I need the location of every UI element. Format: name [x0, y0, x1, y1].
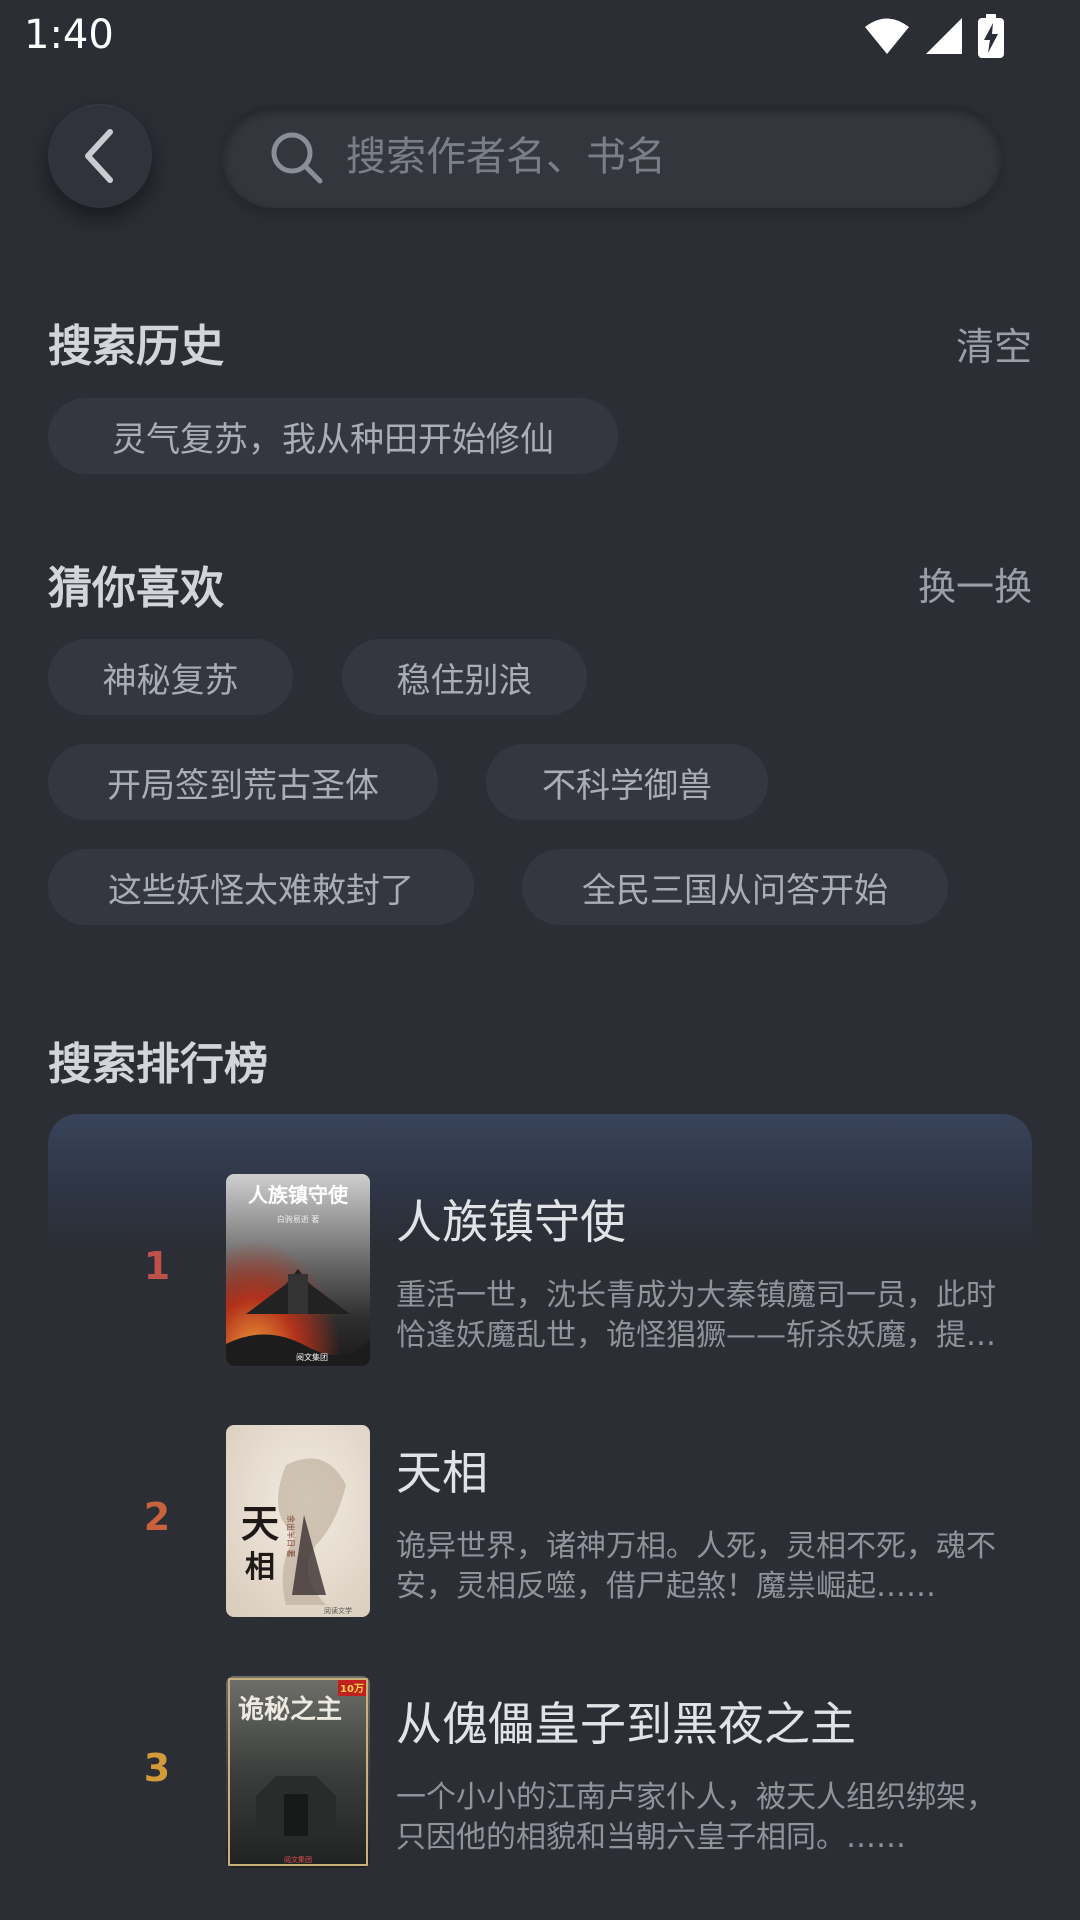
- book-description: 诡异世界，诸神万相。人死，灵相不死，魂不安，灵相反噬，借尸起煞！魔祟崛起……: [396, 1529, 996, 1604]
- book-description: 重活一世，沈长青成为大秦镇魔司一员，此时恰逢妖魔乱世，诡怪猖獗——斩杀妖魔，提升…: [396, 1278, 996, 1353]
- search-input[interactable]: [346, 117, 1002, 197]
- book-cover: 10万 诡秘之主 阅文集团: [226, 1676, 370, 1868]
- search-icon: [271, 132, 323, 184]
- rank-number: 1: [143, 1244, 171, 1288]
- clear-history-button[interactable]: 清空: [956, 316, 1032, 371]
- history-title: 搜索历史: [48, 321, 224, 372]
- cover-publisher-text: 阅读文学: [324, 1606, 352, 1615]
- ranking-title: 搜索排行榜: [48, 1039, 268, 1090]
- cover-badge: 10万: [340, 1683, 364, 1695]
- recommend-chip[interactable]: 这些妖怪太难敕封了: [48, 849, 474, 925]
- book-title: 天相: [396, 1446, 488, 1500]
- book-title: 人族镇守使: [396, 1195, 626, 1249]
- battery-charging-icon: [978, 14, 1004, 58]
- cover-publisher-text: 阅文集团: [296, 1352, 328, 1362]
- back-button[interactable]: [48, 104, 152, 208]
- status-bar: 1:40: [0, 0, 1080, 72]
- book-cover-art: 10万 诡秘之主 阅文集团: [226, 1676, 370, 1868]
- search-page: 1:40 搜索历史 清空 灵气复苏，我从种田开始: [0, 0, 1080, 1920]
- recommend-title: 猜你喜欢: [48, 563, 224, 614]
- signal-icon: [926, 18, 962, 54]
- rank-number: 2: [143, 1495, 171, 1539]
- book-description: 一个小小的江南卢家仆人，被天人组织绑架，只因他的相貌和当朝六皇子相同。……: [396, 1780, 996, 1855]
- status-icons: [864, 14, 1004, 58]
- refresh-recommend-button[interactable]: 换一换: [918, 556, 1032, 611]
- chevron-left-icon: [85, 129, 113, 183]
- book-title: 从傀儡皇子到黑夜之主: [396, 1697, 856, 1751]
- cover-title-text: 相: [245, 1550, 275, 1585]
- cover-title-text: 人族镇守使: [248, 1183, 349, 1207]
- cover-title-text: 诡秘之主: [238, 1694, 342, 1725]
- recommend-chip[interactable]: 开局签到荒古圣体: [48, 744, 438, 820]
- recommend-chip[interactable]: 神秘复苏: [48, 639, 293, 715]
- history-chip[interactable]: 灵气复苏，我从种田开始修仙: [48, 398, 618, 474]
- wifi-icon: [865, 18, 909, 54]
- recommend-chip[interactable]: 不科学御兽: [486, 744, 768, 820]
- ranking-item[interactable]: 2 天 相 余出半日 著 阅读文学 天相 诡异世界，诸神万相。人死，灵相不死，魂…: [48, 1425, 1032, 1617]
- ranking-item[interactable]: 1 人族镇守使 白驹易逝 著 阅文集团 人族镇守使 重活一世，沈长青成为大秦镇魔…: [48, 1174, 1032, 1366]
- rank-number: 3: [143, 1746, 171, 1790]
- status-time: 1:40: [24, 12, 114, 58]
- book-cover: 人族镇守使 白驹易逝 著 阅文集团: [226, 1174, 370, 1366]
- cover-author-text: 余出半日 著: [286, 1515, 296, 1558]
- recommend-chip[interactable]: 全民三国从问答开始: [522, 849, 948, 925]
- cover-title-text: 天: [241, 1501, 279, 1546]
- cover-author-text: 白驹易逝 著: [277, 1214, 320, 1224]
- ranking-list: 1 人族镇守使 白驹易逝 著 阅文集团 人族镇守使 重活一世，沈长青成为大秦镇魔…: [48, 1114, 1032, 1920]
- cover-publisher-text: 阅文集团: [284, 1855, 312, 1864]
- book-cover: 天 相 余出半日 著 阅读文学: [226, 1425, 370, 1617]
- ranking-item[interactable]: 3 10万 诡秘之主 阅文集团 从傀儡皇子到黑夜之主 一个小小的江南卢家仆人，被…: [48, 1676, 1032, 1868]
- search-bar[interactable]: [222, 106, 1002, 208]
- recommend-chip[interactable]: 稳住别浪: [342, 639, 587, 715]
- book-cover-art: 天 相 余出半日 著 阅读文学: [226, 1425, 370, 1617]
- book-cover-art: 人族镇守使 白驹易逝 著 阅文集团: [226, 1174, 370, 1366]
